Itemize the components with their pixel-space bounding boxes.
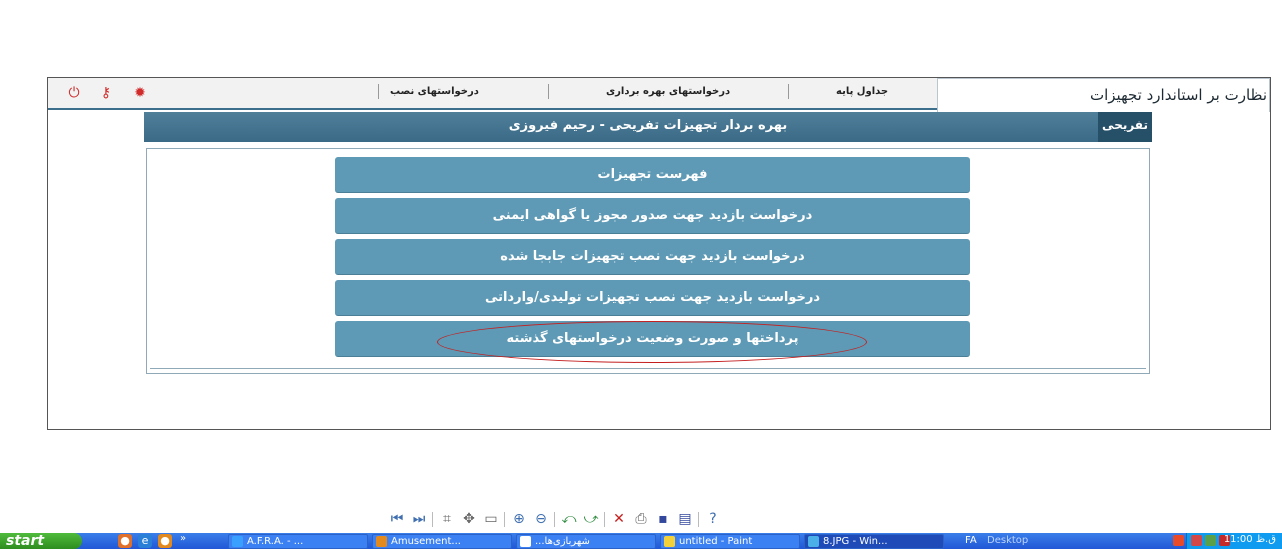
tab-base-tables[interactable]: جداول پایه — [836, 86, 888, 97]
taskbar-button[interactable]: ...شهربازی‌ها — [516, 534, 656, 549]
header-strip: بهره بردار تجهیزات تفریحی - رحیم فیروزی … — [144, 112, 1152, 142]
app-title: نظارت بر استاندارد تجهیزات — [937, 78, 1270, 112]
firefox-icon — [376, 536, 387, 547]
page-title: بهره بردار تجهیزات تفریحی - رحیم فیروزی — [508, 118, 788, 133]
toolbar-divider — [504, 512, 505, 527]
safety-certificate-request-button[interactable]: درخواست بازدید جهت صدور مجوز یا گواهی ای… — [335, 198, 970, 234]
tab-divider — [378, 84, 379, 99]
firefox-icon[interactable]: ● — [158, 534, 172, 548]
help-icon[interactable]: ? — [704, 510, 722, 528]
ie-icon[interactable]: e — [138, 534, 152, 548]
word-icon — [520, 536, 531, 547]
side-tab-recreational[interactable]: تفریحی — [1098, 112, 1152, 142]
equipment-list-button[interactable]: فهرست تجهیزات — [335, 157, 970, 193]
taskbar-button-label: 8.JPG - Win... — [823, 536, 888, 547]
top-bar: ⏻ ⚷ ✹ درخواستهای نصب درخواستهای بهره برد… — [48, 78, 1270, 112]
system-tray: 11:00 ق.ظ — [1173, 533, 1282, 549]
taskbar-button-label: untitled - Paint — [679, 536, 753, 547]
delete-icon[interactable]: ✕ — [610, 510, 628, 528]
desktop-toolbar-label[interactable]: Desktop — [987, 535, 1028, 546]
toolbar-divider — [554, 512, 555, 527]
app-window: ⏻ ⚷ ✹ درخواستهای نصب درخواستهای بهره برد… — [47, 77, 1271, 430]
key-icon[interactable]: ⚷ — [98, 85, 114, 101]
produced-imported-equipment-request-button[interactable]: درخواست بازدید جهت نصب تجهیزات تولیدی/وا… — [335, 280, 970, 316]
taskbar-button-label: Amusement... — [391, 536, 461, 547]
toolbar-divider — [604, 512, 605, 527]
taskbar-button[interactable]: untitled - Paint — [660, 534, 800, 549]
zoom-out-icon[interactable]: ⊖ — [532, 510, 550, 528]
ie-icon — [232, 536, 243, 547]
print-icon[interactable]: ⎙ — [632, 510, 650, 528]
relocated-equipment-request-button[interactable]: درخواست بازدید جهت نصب تجهیزات جابجا شده — [335, 239, 970, 275]
toolbar-divider — [698, 512, 699, 527]
language-indicator[interactable]: FA — [965, 535, 977, 546]
taskbar-button[interactable]: A.F.R.A. - ... — [228, 534, 368, 549]
settings-icon[interactable]: ✹ — [132, 85, 148, 101]
tray-icon[interactable] — [1173, 535, 1184, 546]
taskbar-button[interactable]: Amusement... — [372, 534, 512, 549]
overflow-chevron-icon[interactable]: » — [180, 533, 186, 544]
taskbar-button-label: ...شهربازی‌ها — [535, 536, 590, 547]
payments-status-button[interactable]: پرداختها و صورت وضعیت درخواستهای گذشته — [335, 321, 970, 357]
rotate-right-icon[interactable]: ⤻ — [582, 510, 600, 528]
tray-icon[interactable] — [1205, 535, 1216, 546]
tab-divider — [788, 84, 789, 99]
taskbar-button-label: A.F.R.A. - ... — [247, 536, 304, 547]
tab-operation-requests[interactable]: درخواستهای بهره بردارى — [606, 86, 730, 97]
start-button[interactable]: start — [0, 533, 82, 549]
fit-icon[interactable]: ✥ — [460, 510, 478, 528]
zoom-in-icon[interactable]: ⊕ — [510, 510, 528, 528]
previous-icon[interactable]: ⏮ — [388, 510, 406, 528]
image-viewer-icon — [808, 536, 819, 547]
toolbar-divider — [432, 512, 433, 527]
save-icon[interactable]: ▪ — [654, 510, 672, 528]
image-viewer: ⏻ ⚷ ✹ درخواستهای نصب درخواستهای بهره برد… — [0, 0, 1282, 549]
slideshow-icon[interactable]: ▭ — [482, 510, 500, 528]
power-icon[interactable]: ⏻ — [66, 85, 82, 101]
tab-installation-requests[interactable]: درخواستهای نصب — [390, 86, 479, 97]
paint-icon — [664, 536, 675, 547]
taskbar-button[interactable]: 8.JPG - Win... — [804, 534, 944, 549]
actual-size-icon[interactable]: ⌗ — [438, 510, 456, 528]
next-icon[interactable]: ⏭ — [410, 510, 428, 528]
edit-icon[interactable]: ▤ — [676, 510, 694, 528]
taskbar: start ● e ● » A.F.R.A. - ... Amusement..… — [0, 533, 1282, 549]
clock[interactable]: 11:00 ق.ظ — [1224, 534, 1276, 545]
rotate-left-icon[interactable]: ⤺ — [560, 510, 578, 528]
tray-icon[interactable] — [1191, 535, 1202, 546]
quick-launch-icon[interactable]: ● — [118, 534, 132, 548]
menu-panel: فهرست تجهیزات درخواست بازدید جهت صدور مج… — [146, 148, 1150, 374]
tab-divider — [548, 84, 549, 99]
